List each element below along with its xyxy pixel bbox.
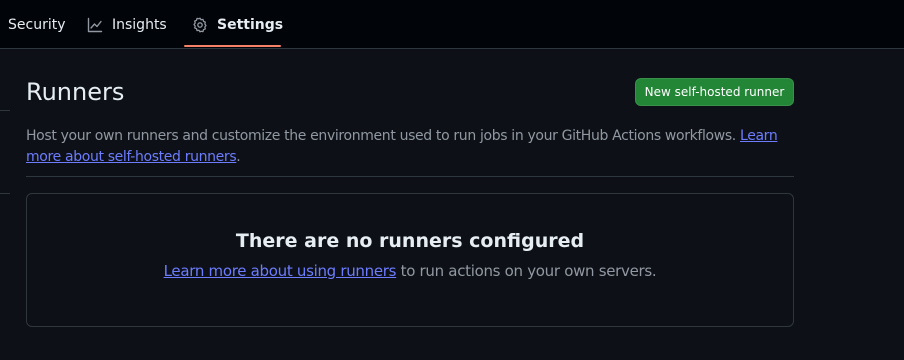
using-runners-link[interactable]: Learn more about using runners xyxy=(164,262,397,280)
empty-state-suffix: to run actions on your own servers. xyxy=(396,262,657,280)
tab-insights-label: Insights xyxy=(112,16,167,33)
description-suffix: . xyxy=(236,149,241,165)
section-divider xyxy=(26,176,794,177)
page-title: Runners xyxy=(26,78,125,106)
sidebar-divider xyxy=(0,110,10,111)
empty-state-title: There are no runners configured xyxy=(235,230,585,252)
new-self-hosted-runner-button[interactable]: New self-hosted runner xyxy=(635,78,794,106)
repo-nav: Security Insights Settings xyxy=(0,0,904,49)
tab-security-label: Security xyxy=(8,16,66,33)
tab-settings[interactable]: Settings xyxy=(192,0,283,49)
empty-state-text: Learn more about using runners to run ac… xyxy=(27,260,793,282)
description-text: Host your own runners and customize the … xyxy=(26,128,740,144)
tab-settings-label: Settings xyxy=(217,16,284,33)
sidebar-divider xyxy=(0,193,10,194)
empty-state-box: There are no runners configured Learn mo… xyxy=(26,193,794,327)
graph-icon xyxy=(87,17,103,33)
runners-description: Host your own runners and customize the … xyxy=(26,126,786,168)
gear-icon xyxy=(192,17,208,33)
selected-tab-underline xyxy=(184,45,281,47)
tab-security[interactable]: Security xyxy=(8,0,66,49)
tab-insights[interactable]: Insights xyxy=(87,0,167,49)
